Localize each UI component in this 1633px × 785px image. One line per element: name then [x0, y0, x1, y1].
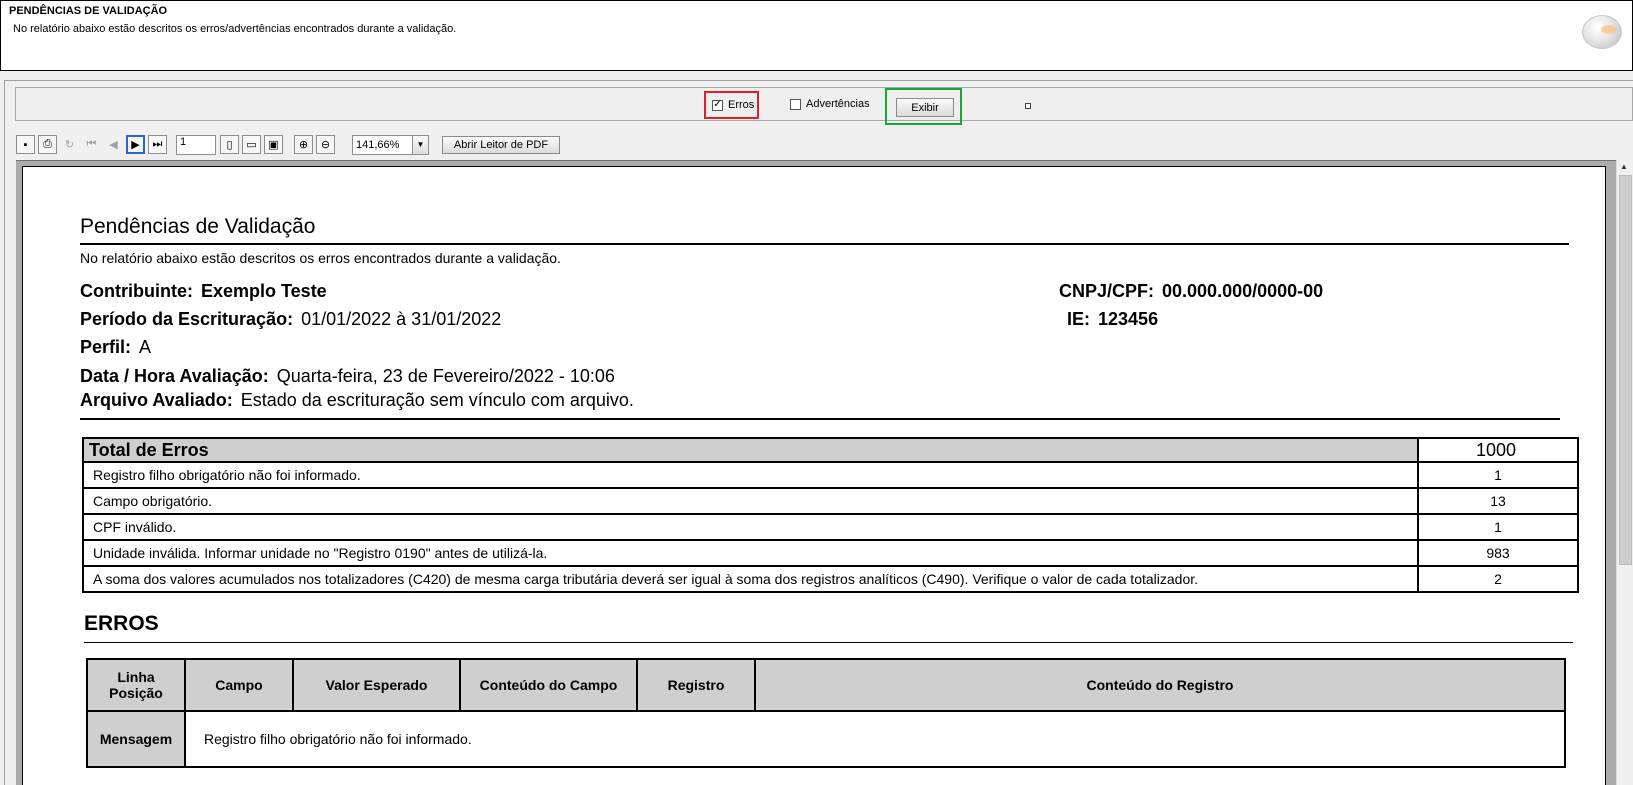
last-page-icon[interactable]: ⏭ [148, 135, 167, 154]
erros-header-row: Linha Posição Campo Valor Esperado Conte… [86, 658, 1566, 712]
fit-page-icon[interactable]: ▣ [264, 135, 283, 154]
perfil-label: Perfil: [80, 337, 132, 357]
cnpj-row: CNPJ/CPF: 00.000.000/0000-00 [1059, 281, 1331, 302]
contribuinte-label: Contribuinte: [80, 281, 193, 301]
col-linha-posicao: Linha Posição [86, 658, 186, 712]
total-row-label: Campo obrigatório. [82, 487, 1419, 515]
info-divider [80, 418, 1560, 420]
total-row-label: A soma dos valores acumulados nos totali… [82, 565, 1419, 593]
totals-header-value: 1000 [1417, 437, 1579, 463]
print-icon[interactable]: ⎙ [38, 135, 57, 154]
total-row-label: Registro filho obrigatório não foi infor… [82, 461, 1419, 489]
total-row-value: 1 [1417, 461, 1579, 489]
periodo-label: Período da Escrituração: [80, 309, 294, 329]
next-page-icon[interactable]: ▶ [126, 135, 145, 154]
erros-section-title: ERROS [84, 612, 159, 635]
table-row: Registro filho obrigatório não foi infor… [82, 461, 1579, 489]
advertencias-label: Advertências [806, 98, 870, 110]
zoom-value: 141,66% [356, 139, 400, 151]
zoom-out-icon[interactable]: ⊖ [316, 135, 335, 154]
col-posicao-label: Posição [109, 685, 163, 701]
perfil-row: Perfil: A [80, 337, 151, 358]
report-subtitle: No relatório abaixo estão descritos os e… [80, 250, 561, 266]
perfil-value: A [139, 337, 152, 357]
app-logo-icon [1582, 15, 1622, 49]
erros-divider [84, 642, 1573, 643]
contribuinte-value: Exemplo Teste [200, 281, 327, 301]
periodo-value: 01/01/2022 à 31/01/2022 [301, 309, 502, 329]
exibir-button[interactable]: Exibir [896, 98, 954, 117]
totals-header-row: Total de Erros 1000 [82, 437, 1579, 463]
periodo-row: Período da Escrituração: 01/01/2022 à 31/… [80, 309, 501, 330]
data-hora-label: Data / Hora Avaliação: [80, 366, 269, 386]
exibir-highlight: Exibir [885, 88, 962, 125]
data-hora-row: Data / Hora Avaliação: Quarta-feira, 23 d… [80, 366, 615, 387]
arquivo-row: Arquivo Avaliado: Estado da escrituração … [80, 390, 634, 411]
advertencias-checkbox[interactable]: Advertências [790, 92, 870, 116]
chevron-down-icon[interactable]: ▼ [412, 136, 428, 154]
mensagem-label: Mensagem [86, 710, 186, 768]
vertical-scrollbar[interactable]: ▲ [1616, 160, 1633, 785]
title-divider [80, 243, 1569, 245]
header-subtitle: No relatório abaixo estão descritos os e… [13, 23, 457, 35]
col-registro: Registro [636, 658, 756, 712]
arquivo-label: Arquivo Avaliado: [80, 390, 233, 410]
resize-handle-icon[interactable] [1025, 103, 1031, 109]
total-row-label: CPF inválido. [82, 513, 1419, 541]
open-pdf-reader-button[interactable]: Abrir Leitor de PDF [442, 136, 560, 154]
window-header: PENDÊNCIAS DE VALIDAÇÃO No relatório aba… [0, 0, 1633, 71]
zoom-select[interactable]: 141,66% ▼ [352, 135, 429, 155]
checkbox-unchecked-icon[interactable] [790, 98, 801, 110]
table-row: Mensagem Registro filho obrigatório não … [86, 710, 1566, 768]
cnpj-value: 00.000.000/0000-00 [1162, 281, 1324, 301]
mensagem-value: Registro filho obrigatório não foi infor… [184, 710, 1566, 768]
totals-table: Total de Erros 1000 Registro filho obrig… [82, 437, 1579, 593]
total-row-value: 983 [1417, 539, 1579, 567]
data-hora-value: Quarta-feira, 23 de Fevereiro/2022 - 10:… [276, 366, 615, 386]
col-valor-esperado: Valor Esperado [292, 658, 461, 712]
erros-checkbox[interactable]: ✓ Erros [704, 91, 759, 119]
page-width-icon[interactable]: ▭ [242, 135, 261, 154]
report-title: Pendências de Validação [80, 215, 316, 238]
total-row-value: 1 [1417, 513, 1579, 541]
document-viewport[interactable]: Pendências de Validação No relatório aba… [16, 160, 1617, 785]
report-page: Pendências de Validação No relatório aba… [22, 166, 1606, 785]
table-row: Campo obrigatório. 13 [82, 487, 1579, 515]
table-row: Unidade inválida. Informar unidade no "R… [82, 539, 1579, 567]
table-row: CPF inválido. 1 [82, 513, 1579, 541]
first-page-icon[interactable]: ⏮ [82, 135, 101, 154]
ie-value: 123456 [1098, 309, 1159, 329]
col-conteudo-campo: Conteúdo do Campo [459, 658, 638, 712]
contribuinte-row: Contribuinte: Exemplo Teste [80, 281, 335, 302]
scroll-thumb[interactable] [1619, 175, 1632, 565]
col-conteudo-registro: Conteúdo do Registro [754, 658, 1566, 712]
erros-label: Erros [728, 99, 755, 111]
col-campo: Campo [184, 658, 294, 712]
table-row: A soma dos valores acumulados nos totali… [82, 565, 1579, 593]
ie-label: IE: [1067, 309, 1091, 329]
previous-page-icon[interactable]: ◀ [104, 135, 123, 154]
scroll-up-icon[interactable]: ▲ [1620, 162, 1628, 171]
zoom-in-icon[interactable]: ⊕ [294, 135, 313, 154]
total-row-value: 2 [1417, 565, 1579, 593]
checkbox-checked-icon[interactable]: ✓ [712, 99, 723, 111]
total-row-value: 13 [1417, 487, 1579, 515]
cnpj-label: CNPJ/CPF: [1059, 281, 1155, 301]
filter-bar: ✓ Erros Advertências Exibir [15, 87, 1633, 125]
ie-row: IE: 123456 [1067, 309, 1166, 330]
single-page-icon[interactable]: ▯ [220, 135, 239, 154]
arquivo-value: Estado da escrituração sem vínculo com a… [240, 390, 634, 410]
refresh-icon[interactable]: ↻ [60, 135, 79, 154]
totals-header-label: Total de Erros [82, 437, 1419, 463]
col-linha-label: Linha [117, 669, 155, 685]
erros-table: Linha Posição Campo Valor Esperado Conte… [86, 658, 1566, 768]
save-icon[interactable]: ▪ [16, 135, 35, 154]
total-row-label: Unidade inválida. Informar unidade no "R… [82, 539, 1419, 567]
page-number-input[interactable]: 1 [176, 135, 216, 155]
header-title: PENDÊNCIAS DE VALIDAÇÃO [9, 5, 168, 17]
